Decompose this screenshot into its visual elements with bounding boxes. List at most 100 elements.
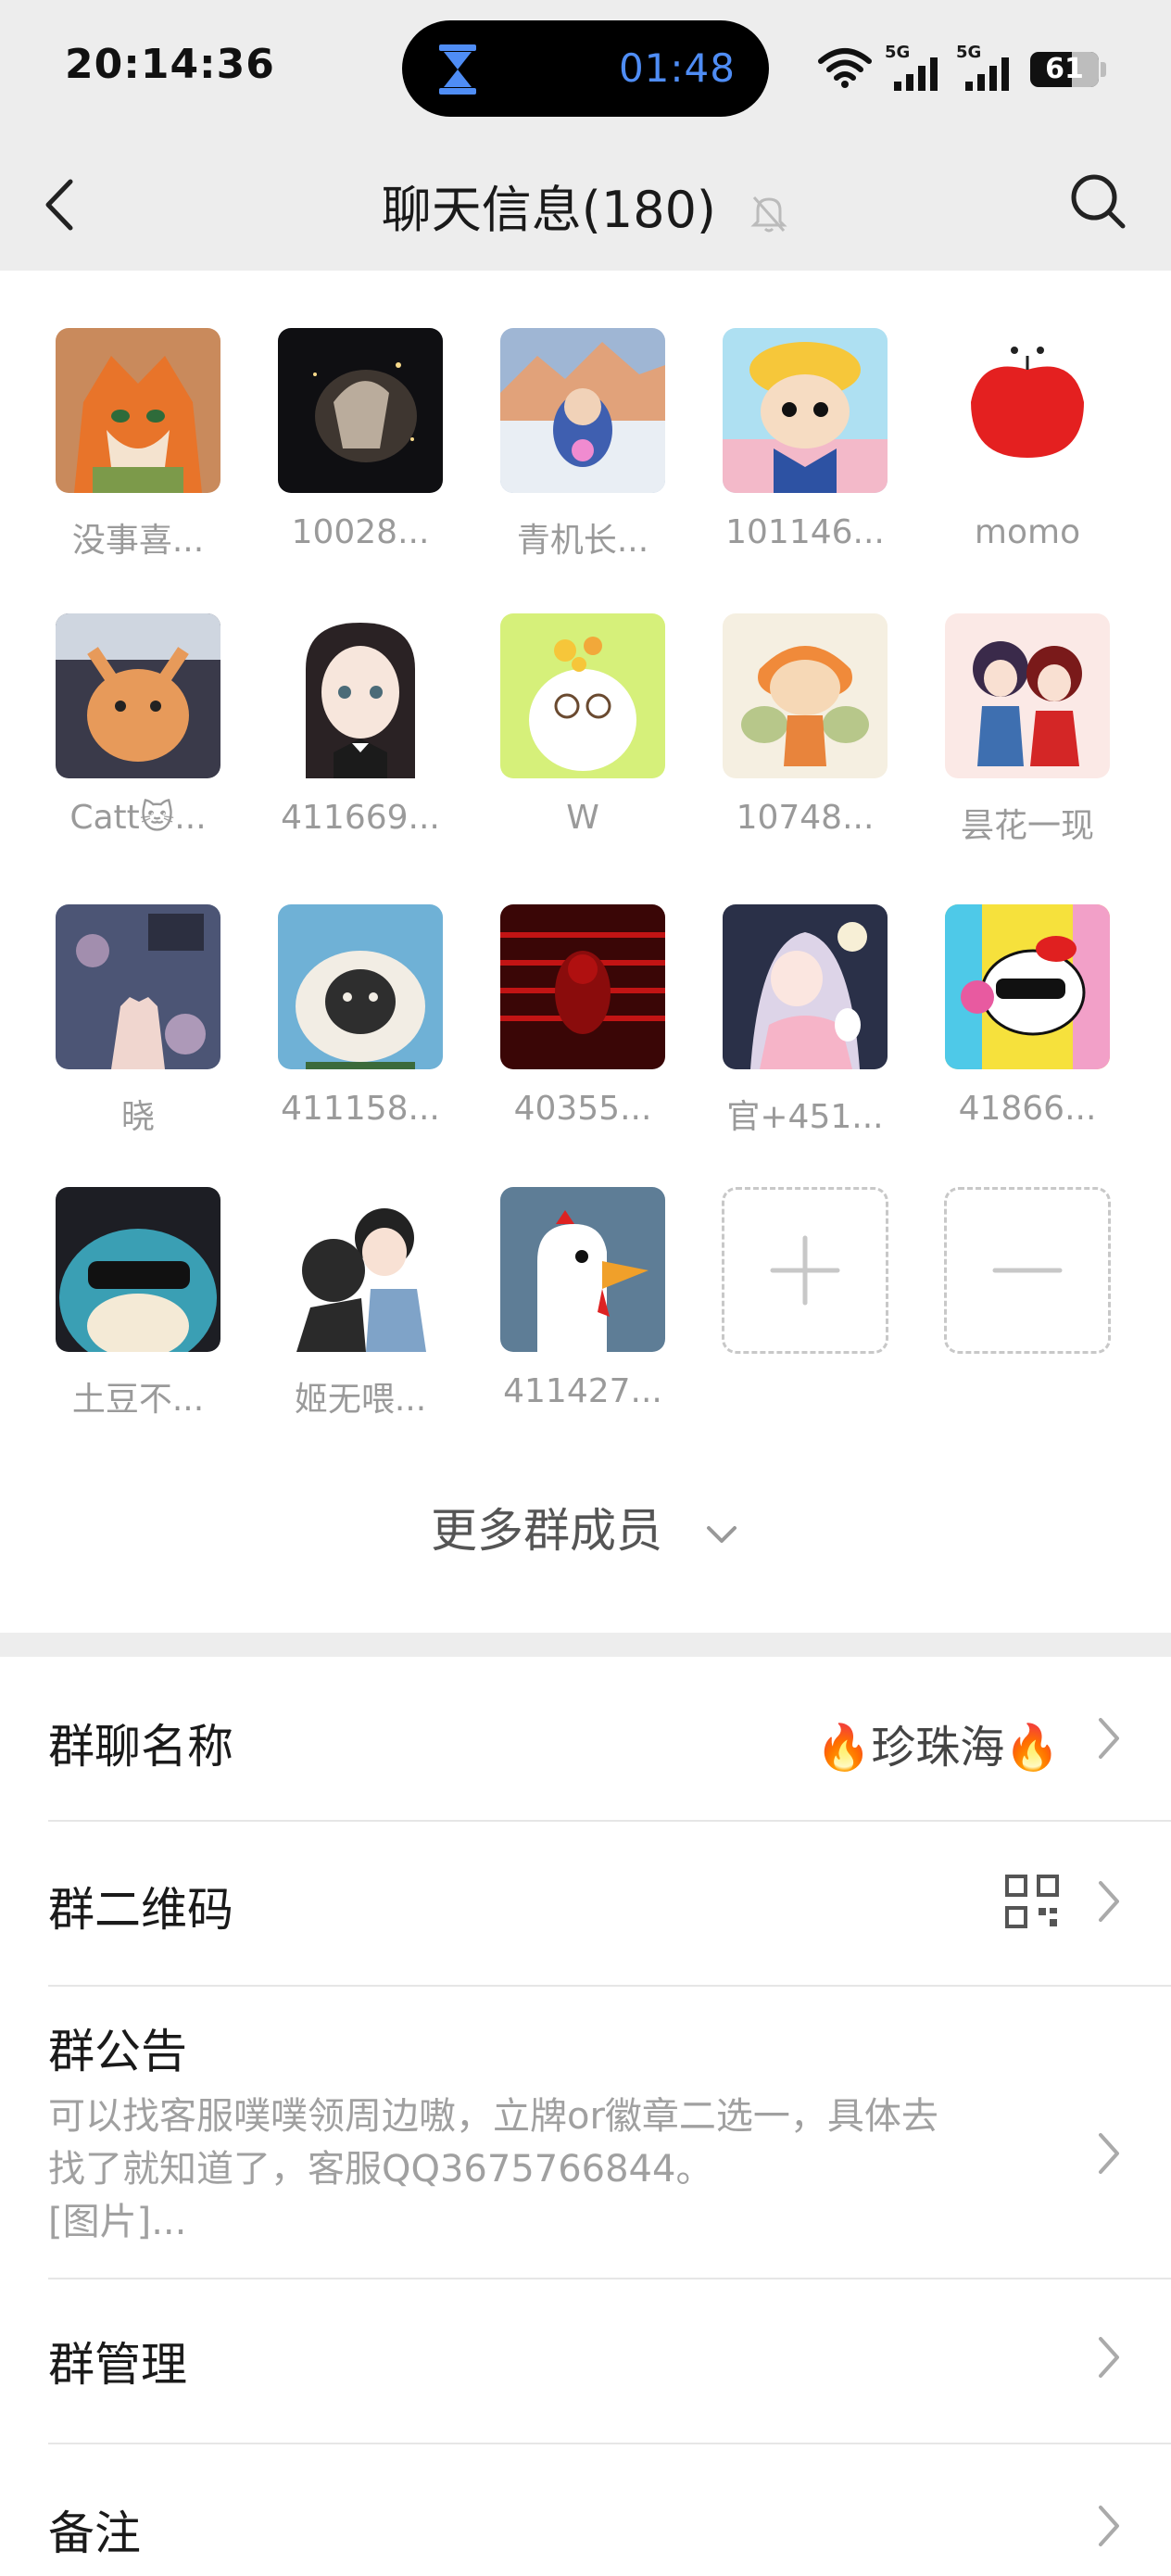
remove-member-box <box>944 1187 1111 1354</box>
remark-label: 备注 <box>48 2507 141 2560</box>
member-item[interactable]: 土豆不... <box>27 1187 249 1421</box>
group-name-value: 🔥珍珠海🔥 <box>815 1722 1060 1774</box>
avatar <box>278 1187 443 1352</box>
member-grid: 没事喜... 10028... 青机长... 101146... momo Ca… <box>0 271 1171 1633</box>
member-name: 姬无喂... <box>294 1381 427 1419</box>
member-item[interactable]: 晓 <box>27 904 249 1138</box>
avatar <box>56 1187 220 1352</box>
member-item[interactable]: 官+451... <box>694 904 916 1138</box>
member-name: 10748... <box>736 799 875 837</box>
member-name: 101146... <box>725 513 885 551</box>
page-title-text: 聊天信息(180) <box>381 181 717 239</box>
avatar <box>723 904 888 1069</box>
clock: 20:14:36 <box>65 41 275 88</box>
member-item[interactable]: 10028... <box>249 328 472 551</box>
member-name: 土豆不... <box>71 1381 205 1419</box>
group-qr-label: 群二维码 <box>48 1883 233 1937</box>
hourglass-icon <box>439 44 476 95</box>
minus-icon <box>992 1268 1063 1273</box>
member-name: 41866... <box>958 1090 1097 1128</box>
member-name: Catt🐱... <box>69 799 207 837</box>
nav-bar: 聊天信息(180) <box>0 139 1171 271</box>
avatar <box>500 328 665 493</box>
member-name: 10028... <box>291 513 430 551</box>
group-name-row[interactable]: 群聊名称 🔥珍珠海🔥 <box>0 1657 1171 1820</box>
member-name: 411158... <box>281 1090 440 1128</box>
member-name: momo <box>974 513 1081 551</box>
timer-readout: 01:48 <box>618 45 736 91</box>
group-manage-label: 群管理 <box>48 2338 187 2392</box>
avatar <box>723 613 888 778</box>
cell-signal-1: 5G <box>885 43 950 91</box>
avatar <box>945 328 1110 493</box>
chevron-right-icon <box>1099 2133 1119 2174</box>
battery-icon: 61 <box>1030 52 1099 87</box>
member-name: 晓 <box>120 1098 155 1136</box>
member-item[interactable]: 41866... <box>916 904 1139 1128</box>
qr-code-icon <box>1005 1875 1059 1928</box>
member-name: W <box>566 799 599 837</box>
group-notice-label: 群公告 <box>48 2025 187 2078</box>
search-icon[interactable] <box>1065 169 1130 234</box>
section-divider <box>0 1633 1171 1657</box>
notice-line: 找了就知道了，客服QQ3675766844。 <box>48 2148 713 2191</box>
member-item[interactable]: 411669... <box>249 613 472 837</box>
wifi-icon <box>818 48 872 88</box>
battery-tip <box>1101 62 1106 77</box>
status-bar: 20:14:36 01:48 5G 5G 61 <box>0 0 1171 139</box>
member-name: 青机长... <box>516 522 649 560</box>
avatar <box>500 904 665 1069</box>
member-item[interactable]: Catt🐱... <box>27 613 249 837</box>
remove-member-button[interactable] <box>916 1187 1139 1354</box>
avatar <box>278 613 443 778</box>
member-name: 40355... <box>513 1090 652 1128</box>
avatar <box>56 904 220 1069</box>
member-item[interactable]: 411158... <box>249 904 472 1128</box>
member-item[interactable]: 411427... <box>472 1187 694 1410</box>
member-name: 昙花一现 <box>960 807 1094 845</box>
group-qr-row[interactable]: 群二维码 <box>0 1822 1171 1985</box>
member-name: 411669... <box>281 799 440 837</box>
member-item[interactable]: W <box>472 613 694 837</box>
member-item[interactable]: 姬无喂... <box>249 1187 472 1421</box>
chevron-down-icon <box>706 1525 737 1543</box>
group-manage-row[interactable]: 群管理 <box>0 2279 1171 2443</box>
chevron-right-icon <box>1099 2506 1119 2546</box>
member-name: 411427... <box>503 1372 662 1410</box>
group-name-label: 群聊名称 <box>48 1720 233 1774</box>
avatar <box>56 613 220 778</box>
add-member-button[interactable] <box>694 1187 916 1354</box>
group-notice-preview: 可以找客服噗噗领周边嗷，立牌or徽章二选一，具体去 找了就知道了，客服QQ367… <box>48 2090 1030 2249</box>
member-item[interactable]: 101146... <box>694 328 916 551</box>
avatar <box>278 904 443 1069</box>
cell-signal-2: 5G <box>956 43 1021 91</box>
chevron-right-icon <box>1099 1718 1119 1759</box>
add-member-box <box>722 1187 888 1354</box>
avatar <box>723 328 888 493</box>
member-item[interactable]: 没事喜... <box>27 328 249 562</box>
notice-line: 可以找客服噗噗领周边嗷，立牌or徽章二选一，具体去 <box>48 2095 938 2138</box>
notice-line: [图片]... <box>48 2201 187 2243</box>
dynamic-island-timer[interactable]: 01:48 <box>402 20 769 117</box>
member-item[interactable]: momo <box>916 328 1139 551</box>
member-item[interactable]: 40355... <box>472 904 694 1128</box>
avatar <box>500 613 665 778</box>
member-name: 官+451... <box>726 1098 884 1136</box>
more-members-link[interactable]: 更多群成员 <box>0 1494 1171 1560</box>
avatar <box>278 328 443 493</box>
avatar <box>500 1187 665 1352</box>
member-item[interactable]: 昙花一现 <box>916 613 1139 847</box>
signal-bars-icon <box>965 57 1009 91</box>
page-title: 聊天信息(180) <box>0 169 1171 242</box>
battery-level: 61 <box>1045 53 1084 85</box>
member-name: 没事喜... <box>71 522 205 560</box>
member-item[interactable]: 青机长... <box>472 328 694 562</box>
plus-icon <box>770 1235 840 1306</box>
avatar <box>945 613 1110 778</box>
mute-bell-icon <box>750 196 787 233</box>
chevron-right-icon <box>1099 1881 1119 1922</box>
remark-row[interactable]: 备注 <box>0 2444 1171 2576</box>
avatar <box>945 904 1110 1069</box>
chevron-right-icon <box>1099 2337 1119 2378</box>
member-item[interactable]: 10748... <box>694 613 916 837</box>
